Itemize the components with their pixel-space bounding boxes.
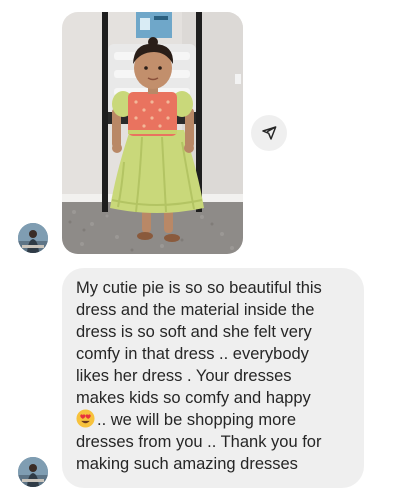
message-line-9: making such amazing dresses — [76, 455, 298, 473]
sender-avatar[interactable] — [18, 223, 48, 253]
share-button[interactable] — [251, 115, 287, 151]
direct-message-thread: My cutie pie is so so beautiful this dre… — [0, 0, 415, 500]
message-line-2: dress and the material inside the — [76, 301, 315, 319]
message-line-1: My cutie pie is so so beautiful this — [76, 279, 322, 297]
avatar-image — [18, 457, 48, 487]
message-line-3: dress is so soft and she felt very — [76, 323, 312, 341]
message-line-5: likes her dress . Your dresses — [76, 367, 292, 385]
message-line-6: makes kids so comfy and happy — [76, 389, 311, 407]
message-text: My cutie pie is so so beautiful this dre… — [76, 277, 352, 475]
sender-avatar[interactable] — [18, 457, 48, 487]
heart-eyes-emoji-icon — [76, 409, 95, 428]
avatar-image — [18, 223, 48, 253]
toddler-photo — [62, 12, 243, 254]
shared-photo-message[interactable] — [62, 12, 243, 254]
text-message-bubble[interactable]: My cutie pie is so so beautiful this dre… — [62, 268, 364, 488]
message-line-7: .. we will be shopping more — [97, 411, 297, 429]
message-line-8: dresses from you .. Thank you for — [76, 433, 322, 451]
paper-plane-icon — [262, 126, 277, 140]
message-line-4: comfy in that dress .. everybody — [76, 345, 309, 363]
